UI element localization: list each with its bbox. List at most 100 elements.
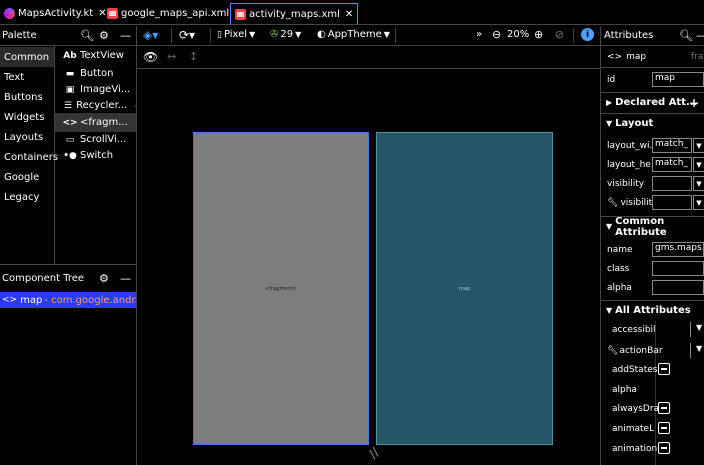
wrench-icon: 🔧︎ [607, 197, 619, 208]
chevron-down-icon[interactable]: ▼ [696, 344, 702, 353]
gear-icon[interactable]: ⚙ [99, 272, 109, 285]
zoom-out-icon[interactable]: ⊖ [492, 28, 501, 41]
device-selector[interactable]: ▯ Pixel ▼ [217, 29, 255, 40]
list-icon: ☰ [64, 100, 73, 111]
section-all-attributes[interactable]: ▼ All Attributes [601, 300, 704, 320]
tab-label: google_maps_api.xml [121, 8, 230, 19]
layout-height-field[interactable]: match_ [652, 157, 692, 172]
zoom-in-icon[interactable]: ⊕ [534, 28, 543, 41]
palette-category-widgets[interactable]: Widgets [0, 107, 54, 127]
attr-label: actionBar [619, 345, 663, 356]
divider [690, 322, 691, 337]
horizontal-resize-icon[interactable]: ↔ [167, 50, 176, 63]
search-icon[interactable]: 🔍︎ [80, 29, 94, 42]
layout-width-field[interactable]: match_ [652, 138, 692, 153]
all-attr-row: alpha [601, 380, 704, 399]
textview-icon: Ab [63, 50, 77, 61]
theme-icon: ◐ [317, 29, 326, 40]
tab-label: MapsActivity.kt [18, 8, 94, 19]
wrench-icon: 🔧︎ [607, 345, 619, 356]
theme-selector[interactable]: ◐ AppTheme ▼ [317, 29, 390, 40]
id-field[interactable]: map [652, 72, 704, 87]
toggle-button[interactable] [658, 402, 670, 414]
layers-icon[interactable]: ◈▾ [143, 28, 158, 42]
tab-activity-maps[interactable]: activity_maps.xml ✕ [230, 3, 359, 24]
button-icon: ▬ [65, 68, 75, 79]
toggle-button[interactable] [658, 363, 670, 375]
tools-visibility-field[interactable] [652, 195, 692, 210]
blueprint-surface[interactable]: map [376, 132, 553, 445]
eye-icon[interactable]: 👁︎ [143, 50, 158, 64]
palette-category-layouts[interactable]: Layouts [0, 127, 54, 147]
alpha-field[interactable] [652, 280, 704, 295]
section-common-attributes[interactable]: ▼ Common Attribute [601, 216, 704, 238]
tree-row-map[interactable]: <> map - com.google.andr... [0, 292, 136, 308]
api-selector[interactable]: ✇ 29 ▼ [270, 29, 301, 40]
palette-category-google[interactable]: Google [0, 167, 54, 187]
palette-item-switch[interactable]: •● Switch [55, 146, 136, 165]
palette-category-common[interactable]: Common [0, 47, 54, 67]
attributes-title: Attributes [604, 30, 654, 41]
vertical-resize-icon[interactable]: ↕ [189, 50, 198, 63]
tree-row-class: - com.google.andr... [44, 294, 136, 306]
chevron-down-icon[interactable]: ▼ [696, 323, 702, 332]
component-tree-header: Component Tree ⚙ — [0, 268, 136, 288]
palette-category-buttons[interactable]: Buttons [0, 87, 54, 107]
all-attr-row: 🔧︎ actionBar [601, 341, 704, 360]
device-label: Pixel [223, 29, 248, 40]
palette-title: Palette [2, 30, 37, 41]
chevron-down-icon: ▼ [383, 30, 390, 39]
section-title: All Attributes [615, 305, 691, 316]
attr-label: alpha [607, 282, 632, 293]
close-icon[interactable]: ✕ [345, 9, 353, 20]
minimize-icon[interactable]: — [120, 272, 131, 285]
add-icon[interactable]: + [689, 96, 699, 110]
chevron-down-icon[interactable]: ▼ [693, 176, 704, 191]
palette-category-containers[interactable]: Containers [0, 147, 58, 167]
zoom-level: 20% [507, 29, 530, 40]
chevron-down-icon[interactable]: ▼ [693, 138, 704, 153]
attr-label: name [607, 244, 633, 255]
palette-category-text[interactable]: Text [0, 67, 54, 87]
scrollview-icon: ▭ [65, 134, 75, 145]
toggle-button[interactable] [658, 422, 670, 434]
attr-label: id [607, 74, 616, 85]
tab-maps-activity[interactable]: MapsActivity.kt ✕ [0, 3, 111, 24]
gear-icon[interactable]: ⚙ [99, 29, 109, 42]
section-layout[interactable]: ▼ Layout [601, 113, 704, 133]
class-field[interactable] [652, 261, 704, 276]
palette-item-label: Switch [80, 150, 114, 161]
divider [210, 28, 211, 43]
name-field[interactable]: gms.maps.S [652, 242, 704, 257]
attr-label: visibility [607, 178, 645, 189]
all-attr-row: animation [601, 439, 704, 458]
design-surface[interactable]: <fragment> [193, 132, 369, 445]
minimize-icon[interactable]: — [696, 29, 704, 42]
orientation-icon[interactable]: ⟳▾ [179, 28, 195, 42]
palette-item-label: Button [80, 68, 114, 79]
selected-component: <> map fra [601, 47, 704, 66]
info-icon[interactable]: i [581, 28, 594, 41]
palette-category-legacy[interactable]: Legacy [0, 187, 54, 207]
overflow-icon[interactable]: » [476, 29, 482, 40]
attr-label: alpha [612, 384, 637, 395]
tab-google-maps-api[interactable]: google_maps_api.xml ✕ [103, 3, 247, 24]
fragment-label: <fragment> [265, 285, 297, 292]
palette-item-label: ImageVi... [80, 84, 131, 95]
divider [171, 28, 172, 43]
search-icon[interactable]: 🔍︎ [679, 29, 693, 42]
palette-item-label: TextView [80, 50, 124, 61]
visibility-field[interactable] [652, 176, 692, 191]
attr-label: layout_wi... [607, 140, 659, 151]
chevron-down-icon[interactable]: ▼ [693, 195, 704, 210]
section-title: Layout [615, 118, 654, 129]
code-icon: <> [62, 117, 78, 128]
chevron-down-icon[interactable]: ▼ [693, 157, 704, 172]
zoom-to-fit-icon[interactable]: ⊘ [555, 28, 564, 41]
code-icon: <> [2, 295, 18, 305]
xml-file-icon [107, 8, 118, 19]
section-declared-attributes[interactable]: ▶ Declared Att... + [601, 92, 704, 112]
toggle-button[interactable] [658, 442, 670, 454]
minimize-icon[interactable]: — [120, 29, 131, 42]
palette-item-textview[interactable]: Ab TextView [55, 46, 136, 65]
